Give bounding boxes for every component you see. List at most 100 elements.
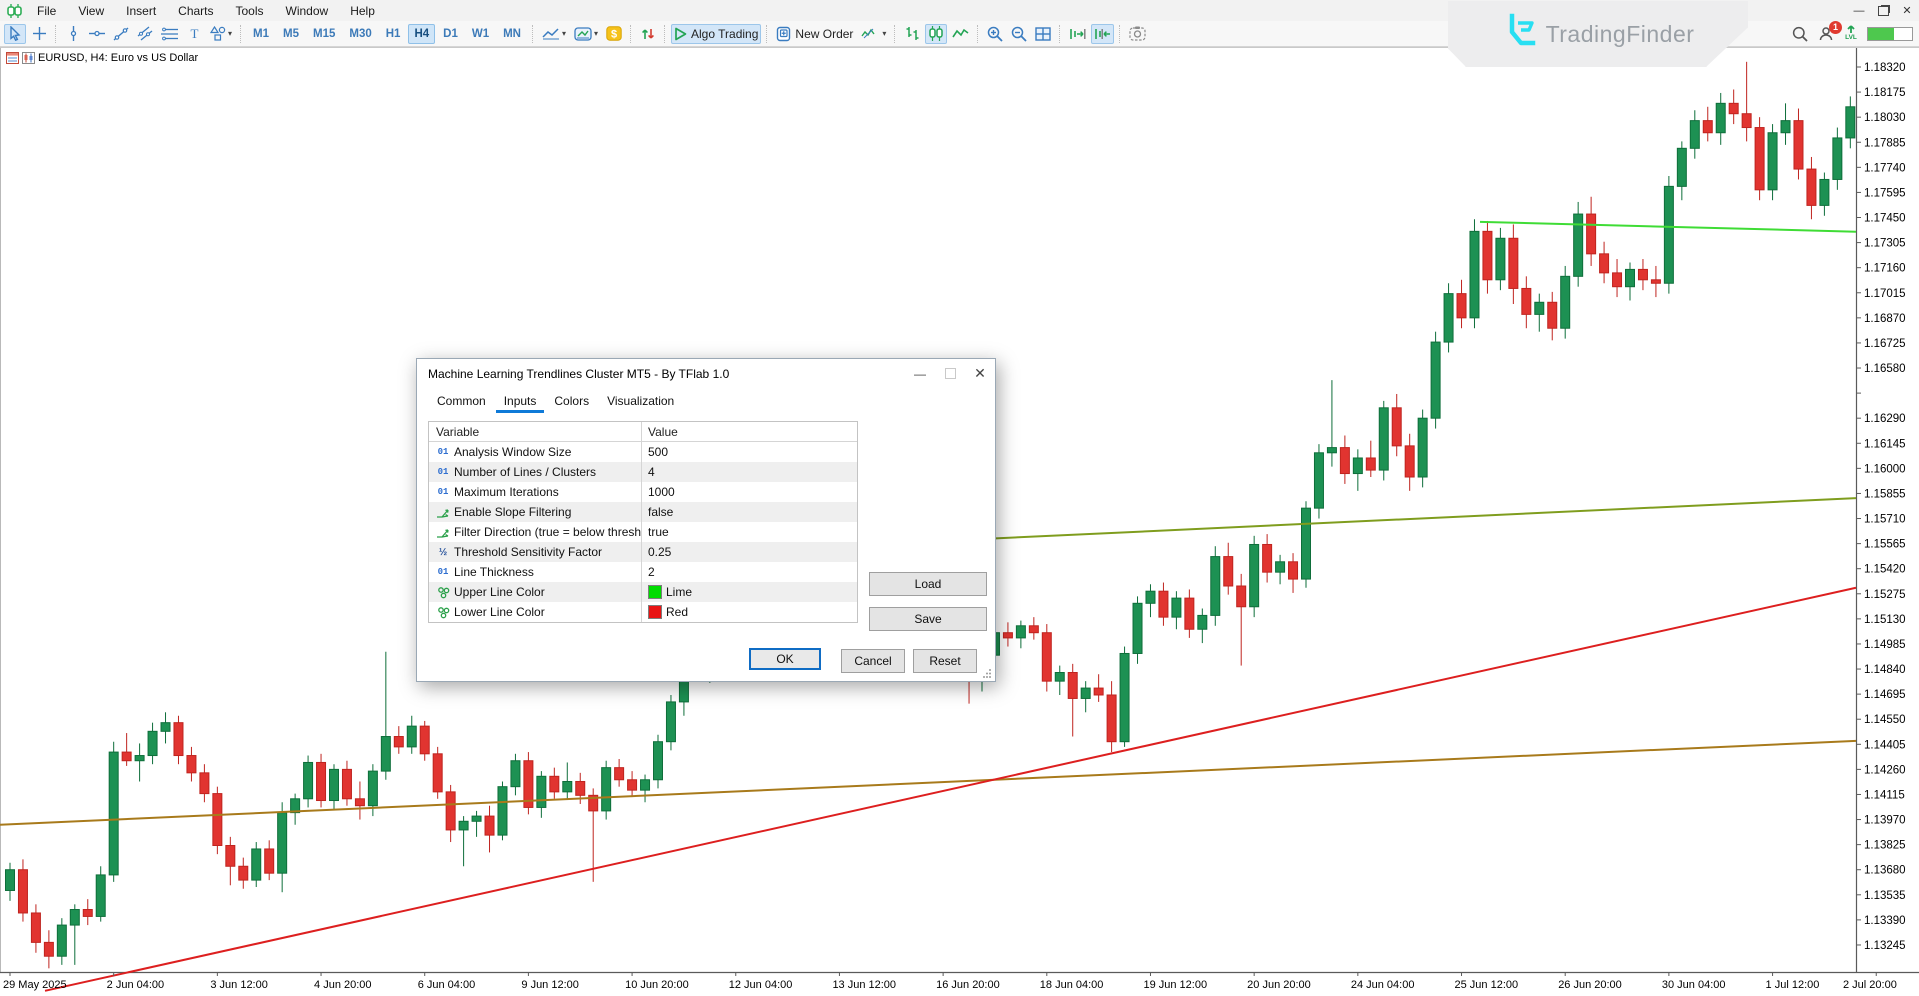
price-axis-label: 1.16000 <box>1864 463 1906 475</box>
param-row[interactable]: 01Line Thickness2 <box>429 562 857 582</box>
svg-text:$: $ <box>611 28 617 40</box>
shift-end-button[interactable] <box>1066 24 1089 44</box>
dialog-maximize-button[interactable] <box>935 359 965 388</box>
param-value[interactable]: true <box>648 525 669 539</box>
param-row[interactable]: Lower Line ColorRed <box>429 602 857 622</box>
menu-item-file[interactable]: File <box>26 2 67 20</box>
timeframe-m5-button[interactable]: M5 <box>277 24 305 44</box>
param-value[interactable]: false <box>648 505 673 519</box>
param-value[interactable]: Lime <box>666 585 692 599</box>
depth-of-market-button[interactable]: ▾ <box>858 24 889 44</box>
menu-item-insert[interactable]: Insert <box>115 2 167 20</box>
timeframe-h1-button[interactable]: H1 <box>380 24 407 44</box>
candle-body <box>1820 179 1829 205</box>
timeframe-m30-button[interactable]: M30 <box>343 24 377 44</box>
trendline-button[interactable] <box>110 24 132 44</box>
param-value[interactable]: 2 <box>648 565 655 579</box>
auto-shift-button[interactable] <box>1091 24 1114 44</box>
lower-goldenrod-trendline[interactable] <box>0 741 1856 825</box>
param-value[interactable]: 4 <box>648 465 655 479</box>
crosshair-button[interactable] <box>28 24 50 44</box>
param-row[interactable]: ½Threshold Sensitivity Factor0.25 <box>429 542 857 562</box>
window-minimize-button[interactable]: — <box>1847 0 1871 21</box>
algo-trading-button[interactable]: Algo Trading <box>671 24 761 44</box>
dialog-tab-common[interactable]: Common <box>429 391 494 413</box>
screenshot-button[interactable] <box>1126 24 1149 44</box>
menu-item-view[interactable]: View <box>67 2 115 20</box>
param-value[interactable]: 0.25 <box>648 545 671 559</box>
candle-body <box>1807 169 1816 205</box>
load-button[interactable]: Load <box>869 572 987 596</box>
bars-chart-button[interactable] <box>901 24 923 44</box>
level-icon[interactable]: LVL <box>1845 25 1857 42</box>
fibo-lines-button[interactable] <box>158 24 181 44</box>
text-label-button[interactable]: T <box>183 24 205 44</box>
shapes-dropdown-arrow-icon[interactable]: ▾ <box>228 29 232 38</box>
tile-windows-button[interactable] <box>1032 24 1054 44</box>
candle-body <box>1120 653 1129 741</box>
param-value[interactable]: 1000 <box>648 485 675 499</box>
tick-arrows-button[interactable] <box>637 24 659 44</box>
chart-type-button[interactable]: ▾ <box>539 24 569 44</box>
vertical-line-button[interactable] <box>62 24 84 44</box>
line-chart-icon <box>952 27 969 40</box>
timeframe-d1-button[interactable]: D1 <box>437 24 464 44</box>
zoom-out-button[interactable] <box>1008 24 1030 44</box>
price-axis-label: 1.17450 <box>1864 213 1906 225</box>
timeframe-m1-button[interactable]: M1 <box>247 24 275 44</box>
param-row[interactable]: Filter Direction (true = below threshold… <box>429 522 857 542</box>
indicators-dropdown-arrow-icon[interactable]: ▾ <box>594 29 598 38</box>
dialog-title-bar[interactable]: Machine Learning Trendlines Cluster MT5 … <box>417 359 995 388</box>
candle-body <box>1431 342 1440 418</box>
menu-item-help[interactable]: Help <box>339 2 386 20</box>
shapes-button[interactable]: ▾ <box>207 24 235 44</box>
one-click-trading-button[interactable]: $ <box>603 24 625 44</box>
line-chart-button[interactable] <box>949 24 972 44</box>
param-row[interactable]: Enable Slope Filteringfalse <box>429 502 857 522</box>
depth-of-market-dropdown-arrow-icon[interactable]: ▾ <box>882 29 886 38</box>
param-value[interactable]: 500 <box>648 445 668 459</box>
cancel-button[interactable]: Cancel <box>841 649 905 673</box>
timeframe-m15-button[interactable]: M15 <box>307 24 341 44</box>
timeframe-h4-button[interactable]: H4 <box>408 24 435 44</box>
save-button[interactable]: Save <box>869 607 987 631</box>
candles-chart-button[interactable] <box>925 24 947 44</box>
equidistant-channel-button[interactable] <box>134 24 156 44</box>
dialog-tab-inputs[interactable]: Inputs <box>496 391 545 413</box>
candle-body <box>1107 695 1116 742</box>
horizontal-line-button[interactable] <box>86 24 108 44</box>
crosshair-icon <box>32 26 47 41</box>
menu-item-tools[interactable]: Tools <box>225 2 275 20</box>
reset-button[interactable]: Reset <box>913 649 977 673</box>
param-name: Maximum Iterations <box>454 485 559 499</box>
dialog-tab-colors[interactable]: Colors <box>546 391 597 413</box>
ok-button[interactable]: OK <box>749 648 821 670</box>
window-restore-button[interactable] <box>1871 0 1895 21</box>
param-value[interactable]: Red <box>666 605 688 619</box>
zoom-in-button[interactable] <box>984 24 1006 44</box>
chart-type-dropdown-arrow-icon[interactable]: ▾ <box>562 29 566 38</box>
window-close-button[interactable]: ✕ <box>1895 0 1919 21</box>
param-row[interactable]: 01Number of Lines / Clusters4 <box>429 462 857 482</box>
search-icon[interactable] <box>1792 26 1808 42</box>
dialog-close-button[interactable]: ✕ <box>965 359 995 388</box>
notifications-icon[interactable]: 1 <box>1818 26 1835 42</box>
chart-area[interactable]: 1.183201.181751.180301.178851.177401.175… <box>0 47 1919 996</box>
param-row[interactable]: 01Maximum Iterations1000 <box>429 482 857 502</box>
dialog-resize-grip[interactable] <box>982 668 992 678</box>
menu-item-window[interactable]: Window <box>275 2 340 20</box>
indicators-button[interactable]: ▾ <box>571 24 601 44</box>
timeframe-mn-button[interactable]: MN <box>497 24 527 44</box>
timeframe-w1-button[interactable]: W1 <box>466 24 495 44</box>
toolbar-separator <box>630 25 632 43</box>
time-axis-label: 29 May 2025 <box>3 979 67 991</box>
menu-item-charts[interactable]: Charts <box>167 2 224 20</box>
candle-body <box>1794 121 1803 169</box>
dialog-minimize-button[interactable]: — <box>905 359 935 388</box>
param-row[interactable]: 01Analysis Window Size500 <box>429 442 857 462</box>
new-order-button[interactable]: New Order <box>773 24 856 44</box>
param-row[interactable]: Upper Line ColorLime <box>429 582 857 602</box>
price-axis-label: 1.16145 <box>1864 438 1906 450</box>
cursor-button[interactable] <box>4 24 26 44</box>
dialog-tab-visualization[interactable]: Visualization <box>599 391 682 413</box>
